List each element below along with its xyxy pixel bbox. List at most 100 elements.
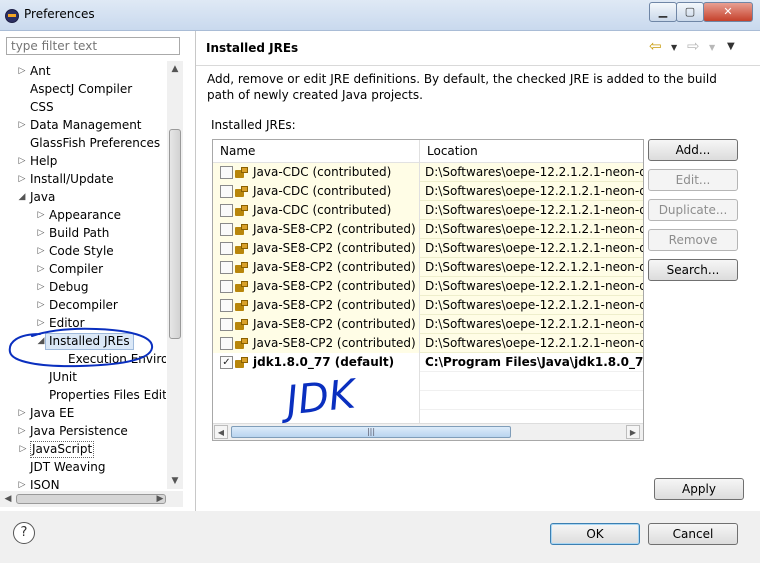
tree-item[interactable]: Execution Environm [68,351,166,368]
tree-item[interactable]: ▷ JavaScript [20,441,95,458]
tree-item[interactable]: Properties Files Editor [49,387,166,404]
tree-item-label: Ant [30,64,51,78]
help-icon[interactable]: ? [13,522,35,544]
collapsed-twistie-icon[interactable]: ▷ [36,225,46,242]
table-row[interactable]: Java-SE8-CP2 (contributed) D:\Softwares\o… [213,334,643,354]
add-button[interactable]: Add... [648,139,738,161]
scroll-down-icon[interactable]: ▼ [167,473,183,489]
tree-vertical-scrollbar[interactable]: ▲ ▼ [167,61,183,489]
scroll-right-icon[interactable]: ▶ [152,491,168,507]
forward-arrow-icon[interactable]: ⇨ [687,37,700,55]
table-row[interactable]: Java-CDC (contributed) D:\Softwares\oepe-… [213,182,643,202]
table-row[interactable]: Java-SE8-CP2 (contributed) D:\Softwares\o… [213,220,643,240]
remove-button[interactable]: Remove [648,229,738,251]
column-header-location[interactable]: Location [419,140,643,162]
forward-menu-icon[interactable]: ▼ [709,43,715,52]
location-cell: C:\Program Files\Java\jdk1.8.0_77 [419,353,643,372]
tree-item[interactable]: JDT Weaving [30,459,105,476]
collapsed-twistie-icon[interactable]: ▷ [36,261,46,278]
checkbox[interactable] [220,318,233,331]
table-row[interactable]: Java-SE8-CP2 (contributed) D:\Softwares\o… [213,258,643,278]
view-menu-icon[interactable]: ▼ [727,41,735,52]
back-menu-icon[interactable]: ▼ [671,43,677,52]
tree-item[interactable]: ▷ Ant [19,63,51,80]
back-arrow-icon[interactable]: ⇦ [649,37,662,55]
collapsed-twistie-icon[interactable]: ▷ [17,153,27,170]
column-header-name[interactable]: Name [213,140,419,162]
tree-item[interactable]: GlassFish Preferences [30,135,160,152]
close-button[interactable]: ✕ [703,2,753,22]
tree-item[interactable]: ▷ Java Persistence [19,423,128,440]
collapsed-twistie-icon[interactable]: ▷ [36,243,46,260]
tree-item[interactable]: ▷ Compiler [38,261,103,278]
maximize-button[interactable]: ▢ [676,2,704,22]
collapsed-twistie-icon[interactable]: ▷ [17,405,27,422]
edit-button[interactable]: Edit... [648,169,738,191]
collapsed-twistie-icon[interactable]: ▷ [17,171,27,188]
tree-item[interactable]: ◢ Installed JREs [38,333,134,350]
scroll-thumb[interactable] [169,129,181,339]
scroll-left-icon[interactable]: ◀ [214,425,228,439]
tree-item[interactable]: ▷ Appearance [38,207,122,224]
table-row[interactable]: ✓ jdk1.8.0_77 (default) C:\Program Files\J… [213,353,643,373]
jre-table[interactable]: Name Location Java-CDC (contributed) D:\S… [212,139,644,441]
tree-item[interactable]: ▷ Code Style [38,243,114,260]
checkbox[interactable] [220,223,233,236]
minimize-button[interactable]: ▁ [649,2,677,22]
tree-item[interactable]: CSS [30,99,54,116]
filter-input[interactable] [6,37,180,55]
scroll-left-icon[interactable]: ◀ [0,491,16,507]
checkbox[interactable] [220,280,233,293]
jre-name: Java-CDC (contributed) [253,203,392,217]
checkbox[interactable] [220,299,233,312]
collapsed-twistie-icon[interactable]: ▷ [17,117,27,134]
cancel-button[interactable]: Cancel [648,523,738,545]
apply-button[interactable]: Apply [654,478,744,500]
location-cell: D:\Softwares\oepe-12.2.1.2.1-neon-distro [419,239,643,258]
checkbox[interactable] [220,261,233,274]
duplicate-button[interactable]: Duplicate... [648,199,738,221]
ok-button[interactable]: OK [550,523,640,545]
table-row[interactable]: Java-SE8-CP2 (contributed) D:\Softwares\o… [213,315,643,335]
checkbox-checked[interactable]: ✓ [220,356,233,369]
scroll-up-icon[interactable]: ▲ [167,61,183,77]
tree-horizontal-scrollbar[interactable]: ◀ ▶ [0,491,183,507]
scroll-right-icon[interactable]: ▶ [626,425,640,439]
scroll-thumb[interactable] [16,494,166,504]
tree-item[interactable]: ▷ Data Management [19,117,142,134]
collapsed-twistie-icon[interactable]: ▷ [17,477,27,489]
scroll-thumb[interactable]: ||| [231,426,511,438]
table-row[interactable]: Java-SE8-CP2 (contributed) D:\Softwares\o… [213,239,643,259]
tree-item[interactable]: JUnit [49,369,77,386]
checkbox[interactable] [220,166,233,179]
collapsed-twistie-icon[interactable]: ▷ [17,63,27,80]
expanded-twistie-icon[interactable]: ◢ [36,334,46,349]
table-horizontal-scrollbar[interactable]: ◀ ||| ▶ [213,423,643,440]
search-button[interactable]: Search... [648,259,738,281]
checkbox[interactable] [220,204,233,217]
collapsed-twistie-icon[interactable]: ▷ [17,423,27,440]
table-row[interactable]: Java-CDC (contributed) D:\Softwares\oepe-… [213,201,643,221]
tree-item[interactable]: ▷ Install/Update [19,171,114,188]
tree-item[interactable]: ▷ Java EE [19,405,75,422]
expanded-twistie-icon[interactable]: ◢ [17,189,27,206]
collapsed-twistie-icon[interactable]: ▷ [36,297,46,314]
checkbox[interactable] [220,337,233,350]
collapsed-twistie-icon[interactable]: ▷ [18,442,28,457]
tree-item[interactable]: ▷ Editor [38,315,85,332]
table-row[interactable]: Java-SE8-CP2 (contributed) D:\Softwares\o… [213,296,643,316]
collapsed-twistie-icon[interactable]: ▷ [36,315,46,332]
checkbox[interactable] [220,185,233,198]
tree-item[interactable]: ▷ Help [19,153,58,170]
collapsed-twistie-icon[interactable]: ▷ [36,207,46,224]
tree-item[interactable]: ▷ Decompiler [38,297,118,314]
tree-item[interactable]: AspectJ Compiler [30,81,132,98]
tree-item[interactable]: ◢ Java [19,189,56,206]
table-row[interactable]: Java-CDC (contributed) D:\Softwares\oepe-… [213,163,643,183]
tree-item[interactable]: ▷ JSON [19,477,60,489]
tree-item[interactable]: ▷ Debug [38,279,89,296]
table-row[interactable]: Java-SE8-CP2 (contributed) D:\Softwares\o… [213,277,643,297]
checkbox[interactable] [220,242,233,255]
collapsed-twistie-icon[interactable]: ▷ [36,279,46,296]
tree-item[interactable]: ▷ Build Path [38,225,110,242]
